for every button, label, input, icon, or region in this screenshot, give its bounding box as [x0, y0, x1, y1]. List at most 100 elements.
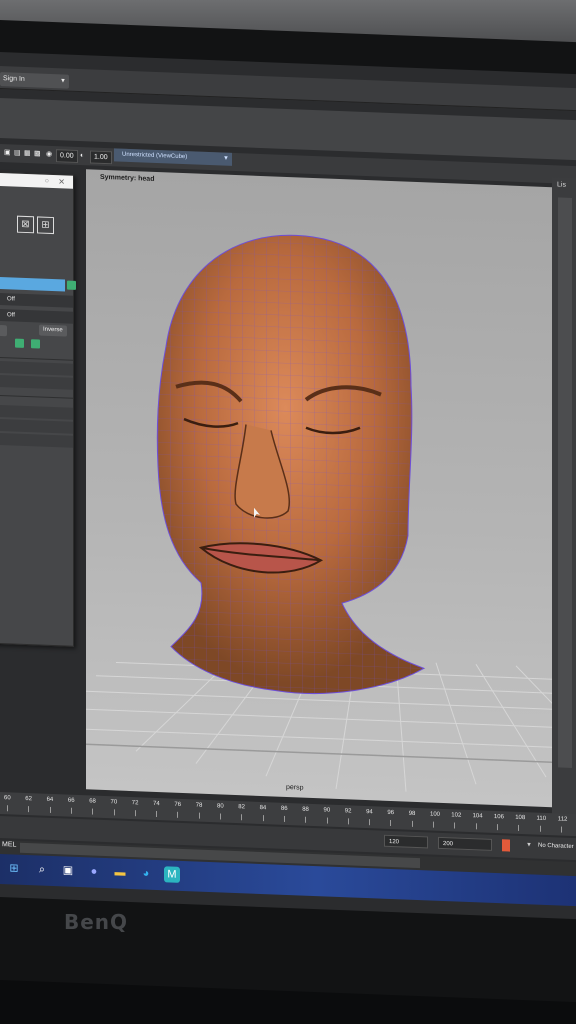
timeline-tick-mark — [262, 815, 264, 822]
right-panel: Lis — [552, 177, 576, 819]
timeline-tick-label: 112 — [557, 816, 568, 823]
exposure-icon[interactable]: ◉ — [46, 149, 52, 160]
max-frame-field[interactable]: 200 — [438, 836, 492, 851]
timeline-tick-label: 78 — [195, 802, 203, 809]
timeline-tick-label: 86 — [280, 805, 288, 813]
windows-start-icon[interactable]: ⊞ — [6, 860, 22, 877]
inverse-button[interactable]: Inverse — [39, 324, 67, 337]
timeline-tick-label: 100 — [430, 811, 441, 818]
timeline-tick-mark — [369, 819, 371, 826]
timeline-tick-mark — [539, 825, 541, 832]
right-panel-label: Lis — [557, 181, 566, 189]
timeline-tick-mark — [496, 824, 498, 831]
search-icon[interactable]: ○ — [45, 175, 49, 188]
timeline-tick-label: 92 — [344, 808, 352, 815]
tool-settings-panel: ○ ✕ ⊠ ⊞ Off Off ​ Inverse — [0, 171, 76, 647]
timeline-tick-label: 108 — [515, 814, 526, 822]
chat-icon[interactable]: ● — [86, 863, 102, 880]
timeline-tick-label: 66 — [67, 797, 75, 804]
camera-icon[interactable]: ▣ — [4, 147, 11, 158]
timeline-tick-mark — [518, 824, 520, 831]
green-toggle-icon[interactable] — [31, 339, 40, 349]
list-row — [0, 418, 73, 434]
timeline-tick-mark — [28, 806, 30, 813]
camera-label: persp — [286, 783, 304, 792]
timeline-tick-mark — [326, 817, 328, 824]
timeline-tick-mark — [198, 812, 200, 819]
setting-row-off-2[interactable]: Off — [0, 308, 73, 324]
list-row — [0, 360, 73, 376]
timeline-tick-label: 60 — [4, 795, 11, 802]
monitor-screen: Sign In ▼ ▣ ▤ ▦ ▩ ◉ 0.00 ◐ 1.00 Unrestri… — [0, 52, 576, 920]
gamma-icon[interactable]: ◐ — [80, 150, 84, 161]
maya-app-icon[interactable]: M — [164, 866, 180, 883]
timeline-tick-mark — [560, 826, 562, 833]
timeline-tick-mark — [220, 813, 221, 820]
end-frame-field[interactable]: 120 — [384, 834, 428, 849]
chevron-down-icon: ▼ — [223, 155, 229, 162]
timeline-tick-label: 98 — [408, 810, 416, 817]
grid-view-icon[interactable]: ⊞ — [37, 216, 54, 235]
timeline-tick-label: 62 — [25, 795, 32, 803]
list-row — [0, 404, 73, 420]
timeline-tick-label: 80 — [217, 803, 224, 810]
timeline-tick-mark — [305, 816, 307, 823]
timeline-tick-mark — [49, 806, 51, 813]
timeline-tick-mark — [454, 822, 456, 829]
timeline-tick-mark — [433, 821, 434, 828]
timeline-tick-mark — [475, 823, 477, 830]
search-icon[interactable]: ⌕ — [34, 861, 50, 878]
timeline-tick-label: 82 — [238, 804, 245, 811]
timeline-tick-label: 72 — [131, 800, 139, 807]
timeline-tick-mark — [390, 819, 392, 827]
selected-setting-row[interactable] — [0, 276, 65, 292]
gamma-field[interactable]: 1.00 — [90, 150, 112, 165]
timeline-tick-mark — [92, 808, 94, 815]
timeline-tick-mark — [411, 820, 413, 827]
timeline-tick-mark — [283, 815, 285, 822]
file-explorer-icon[interactable]: ▬ — [112, 864, 128, 881]
chevron-down-icon: ▼ — [60, 78, 66, 85]
head-mesh — [156, 234, 426, 694]
right-panel-scroll[interactable] — [558, 197, 572, 768]
timeline-tick-label: 76 — [174, 801, 182, 808]
sign-in-label: Sign In — [3, 75, 25, 83]
panel-icon-row: ⊠ ⊞ — [17, 215, 57, 236]
exposure-field[interactable]: 0.00 — [56, 149, 78, 163]
timeline-tick-mark — [7, 805, 8, 812]
timeline-tick-mark — [177, 811, 179, 818]
task-view-icon[interactable]: ▣ — [60, 862, 76, 879]
monitor-brand-logo: BenQ — [64, 910, 129, 934]
setting-row-off-1[interactable]: Off — [0, 292, 73, 308]
viewport[interactable]: Symmetry: head persp — [86, 169, 552, 808]
green-toggle-icon[interactable] — [67, 280, 76, 290]
timeline-tick-mark — [241, 814, 243, 821]
grid-icon[interactable]: ▩ — [34, 148, 41, 159]
mel-label: MEL — [2, 841, 17, 849]
green-toggle-icon[interactable] — [15, 338, 24, 348]
chevron-down-icon[interactable]: ▼ — [526, 842, 532, 848]
character-set-label[interactable]: No Character — [538, 843, 574, 850]
close-icon[interactable]: ✕ — [58, 175, 65, 188]
key-icon[interactable] — [502, 839, 510, 852]
timeline-tick-label: 102 — [451, 812, 462, 819]
timeline-tick-label: 68 — [89, 798, 96, 805]
sign-in-dropdown[interactable]: Sign In ▼ — [0, 72, 69, 89]
option-button[interactable]: ​ — [0, 324, 7, 337]
timeline-tick-mark — [134, 810, 136, 817]
edge-browser-icon[interactable]: ◕ — [138, 865, 154, 882]
timeline-tick-label: 88 — [302, 806, 309, 813]
timeline-tick-mark — [156, 810, 158, 818]
timeline-tick-label: 74 — [153, 800, 160, 808]
layers-icon[interactable]: ▤ — [14, 148, 21, 159]
list-row — [0, 432, 73, 448]
timeline-tick-label: 70 — [110, 799, 118, 806]
timeline-tick-label: 104 — [472, 813, 483, 820]
image-plane-icon[interactable]: ▦ — [24, 148, 31, 159]
color-space-label: Unrestricted (ViewCube) — [122, 151, 188, 161]
timeline-tick-mark — [347, 818, 349, 825]
timeline-tick-mark — [113, 809, 115, 816]
list-row — [0, 374, 73, 390]
symmetry-icon[interactable]: ⊠ — [17, 215, 34, 234]
panel-titlebar[interactable]: ○ ✕ — [0, 172, 73, 189]
